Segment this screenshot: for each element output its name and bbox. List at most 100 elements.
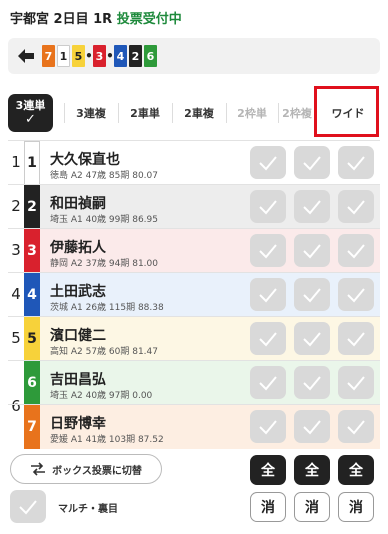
bracket-number: 1 — [11, 153, 21, 171]
rank-1-checkbox[interactable] — [250, 278, 286, 311]
check-icon — [303, 375, 321, 390]
rank-2-checkbox[interactable] — [294, 322, 330, 355]
order-position-7: 6 — [144, 45, 157, 67]
tab-divider — [316, 103, 317, 123]
tab-1[interactable]: 3連単 ✓ — [8, 94, 53, 132]
car-number-badge: 1 — [24, 141, 40, 185]
tab-divider — [172, 103, 173, 123]
rank-1-checkbox[interactable] — [250, 234, 286, 267]
rank-1-checkbox[interactable] — [250, 190, 286, 223]
order-position-6: 2 — [129, 45, 142, 67]
entry-row: 4 4 土田武志茨城 A1 26歳 115期 88.38 — [8, 272, 380, 317]
rank-3-checkbox[interactable] — [338, 410, 374, 443]
check-icon — [347, 375, 365, 390]
clear-col2-button[interactable]: 消 — [294, 492, 330, 522]
clear-col1-button[interactable]: 消 — [250, 492, 286, 522]
tab-7[interactable]: ワイド — [316, 94, 380, 132]
check-icon — [259, 375, 277, 390]
check-icon — [259, 287, 277, 302]
select-all-col2-button[interactable]: 全 — [294, 455, 330, 485]
multi-checkbox[interactable] — [10, 490, 46, 523]
rank-2-checkbox[interactable] — [294, 366, 330, 399]
rank-3-checkbox[interactable] — [338, 366, 374, 399]
clear-col3-button[interactable]: 消 — [338, 492, 374, 522]
check-icon — [303, 199, 321, 214]
tab-label: 2車単 — [130, 107, 160, 120]
rider-name[interactable]: 大久保直也 — [50, 149, 120, 169]
rank-1-checkbox[interactable] — [250, 146, 286, 179]
tab-label: 2車複 — [184, 107, 214, 120]
rank-3-checkbox[interactable] — [338, 146, 374, 179]
rank-3-checkbox[interactable] — [338, 322, 374, 355]
rider-details: 徳島 A2 47歳 85期 80.07 — [50, 171, 158, 181]
bracket-number: 4 — [11, 285, 21, 303]
rank-3-checkbox[interactable] — [338, 278, 374, 311]
tab-label: 2枠単 — [237, 107, 267, 120]
rider-details: 埼玉 A2 40歳 97期 0.00 — [50, 391, 153, 401]
rank-1-checkbox[interactable] — [250, 410, 286, 443]
check-icon: ✓ — [25, 112, 36, 127]
rank-2-checkbox[interactable] — [294, 278, 330, 311]
bracket-number: 5 — [11, 329, 21, 347]
rank-2-checkbox[interactable] — [294, 146, 330, 179]
check-icon — [347, 331, 365, 346]
rider-details: 茨城 A1 26歳 115期 88.38 — [50, 303, 164, 313]
car-number-badge: 3 — [24, 229, 40, 273]
rider-details: 高知 A2 57歳 60期 81.47 — [50, 347, 158, 357]
finish-order: 7 1 5 • 3 • 4 2 6 — [42, 45, 159, 67]
tab-divider — [64, 103, 65, 123]
rider-name[interactable]: 土田武志 — [50, 281, 106, 301]
bracket-number: 3 — [11, 241, 21, 259]
select-all-col3-button[interactable]: 全 — [338, 455, 374, 485]
rider-name[interactable]: 日野博幸 — [50, 413, 106, 433]
tab-divider — [118, 103, 119, 123]
entry-row: 3 3 伊藤拓人静岡 A2 37歳 94期 81.00 — [8, 228, 380, 273]
tab-label: 2枠複 — [282, 107, 312, 120]
rider-name[interactable]: 和田禎嗣 — [50, 193, 106, 213]
order-position-4: 3 — [93, 45, 106, 67]
rank-2-checkbox[interactable] — [294, 190, 330, 223]
rank-2-checkbox[interactable] — [294, 410, 330, 443]
box-vote-toggle-button[interactable]: ボックス投票に切替 — [10, 454, 162, 484]
tab-2[interactable]: 3連複 — [64, 94, 118, 132]
tab-3[interactable]: 2車単 — [118, 94, 172, 132]
tab-divider — [226, 103, 227, 123]
car-number-badge: 4 — [24, 273, 40, 317]
box-vote-label: ボックス投票に切替 — [52, 465, 142, 477]
check-icon — [347, 155, 365, 170]
rider-details: 愛媛 A1 41歳 103期 87.52 — [50, 435, 164, 445]
check-icon — [347, 287, 365, 302]
order-position-5: 4 — [114, 45, 127, 67]
rider-name[interactable]: 伊藤拓人 — [50, 237, 106, 257]
rider-details: 静岡 A2 37歳 94期 81.00 — [50, 259, 158, 269]
entry-row: 6 6 吉田昌弘 埼玉 A2 40歳 97期 0.00 — [8, 360, 380, 415]
check-icon — [259, 331, 277, 346]
tab-label: 3連複 — [76, 107, 106, 120]
check-icon — [303, 419, 321, 434]
rank-1-checkbox[interactable] — [250, 322, 286, 355]
rank-3-checkbox[interactable] — [338, 234, 374, 267]
rank-2-checkbox[interactable] — [294, 234, 330, 267]
bet-type-tabs: 3連単 ✓ 3連複 2車単 2車複 2枠単 2枠複 ワイド — [8, 94, 380, 132]
venue-name: 宇都宮 — [10, 12, 50, 27]
entry-row: 2 2 和田禎嗣 埼玉 A1 40歳 99期 86.95 — [8, 184, 380, 229]
race-sequence-bar: 7 1 5 • 3 • 4 2 6 — [8, 38, 380, 74]
race-day: 2日目 — [53, 12, 89, 27]
car-number-badge: 7 — [24, 405, 40, 449]
tab-4[interactable]: 2車複 — [172, 94, 226, 132]
rider-name[interactable]: 濱口健二 — [50, 325, 106, 345]
rider-name[interactable]: 吉田昌弘 — [50, 369, 106, 389]
check-icon — [259, 419, 277, 434]
order-separator: • — [85, 49, 93, 63]
car-number-badge: 2 — [24, 185, 40, 229]
order-separator: • — [106, 49, 114, 63]
rank-1-checkbox[interactable] — [250, 366, 286, 399]
select-all-col1-button[interactable]: 全 — [250, 455, 286, 485]
rank-3-checkbox[interactable] — [338, 190, 374, 223]
check-icon — [303, 243, 321, 258]
arrow-left-icon[interactable] — [16, 46, 36, 66]
check-icon — [259, 155, 277, 170]
tab-5: 2枠単 — [226, 94, 278, 132]
check-icon — [259, 243, 277, 258]
race-header: 宇都宮 2日目 1R 投票受付中 — [10, 8, 182, 28]
